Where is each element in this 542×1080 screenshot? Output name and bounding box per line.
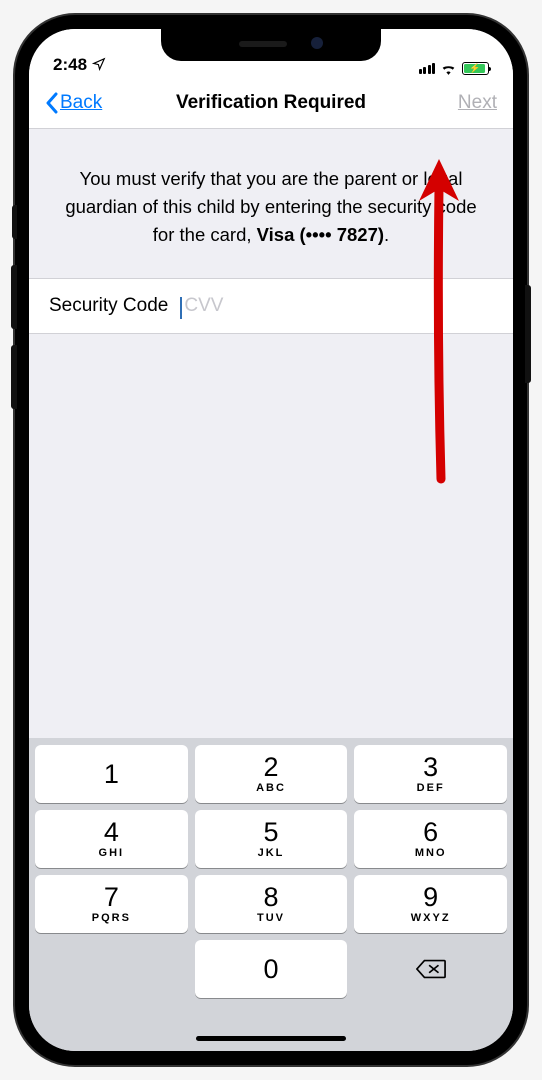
key-letters: JKL [258,847,285,859]
key-letters: GHI [99,847,125,859]
backspace-key[interactable] [354,940,507,998]
back-button[interactable]: Back [45,92,102,114]
mute-switch [12,205,17,239]
key-letters: MNO [415,847,447,859]
notch [161,29,381,61]
page-title: Verification Required [176,92,366,114]
key-number: 8 [263,884,278,911]
key-letters: TUV [257,912,285,924]
text-cursor [180,297,182,319]
keypad-key-1[interactable]: 1 [35,745,188,803]
key-letters: DEF [417,782,445,794]
home-indicator[interactable] [196,1036,346,1041]
key-letters: PQRS [92,912,131,924]
backspace-icon [416,958,446,980]
security-code-label: Security Code [49,295,168,317]
back-label: Back [60,92,102,114]
side-button [525,285,531,383]
home-indicator-area [29,1011,513,1051]
key-number: 0 [263,956,278,983]
keypad-spacer [35,940,188,998]
keypad-key-6[interactable]: 6MNO [354,810,507,868]
keypad-key-3[interactable]: 3DEF [354,745,507,803]
card-label: Visa (•••• 7827) [257,224,384,245]
wifi-icon [440,62,457,75]
volume-up-button [11,265,17,329]
location-icon [92,57,106,74]
keypad-key-0[interactable]: 0 [195,940,348,998]
key-number: 5 [263,819,278,846]
key-number: 3 [423,754,438,781]
key-letters: ABC [256,782,286,794]
key-number: 6 [423,819,438,846]
status-time: 2:48 [53,55,87,75]
key-number: 7 [104,884,119,911]
keypad-key-5[interactable]: 5JKL [195,810,348,868]
security-code-input[interactable]: CVV [180,295,493,317]
keypad-key-8[interactable]: 8TUV [195,875,348,933]
keypad-key-9[interactable]: 9WXYZ [354,875,507,933]
chevron-left-icon [45,92,59,114]
volume-down-button [11,345,17,409]
security-code-row[interactable]: Security Code CVV [29,278,513,334]
nav-bar: Back Verification Required Next [29,77,513,129]
cellular-signal-icon [419,63,436,74]
keypad-key-7[interactable]: 7PQRS [35,875,188,933]
screen: 2:48 ⚡ Back Verifica [29,29,513,1051]
keypad-key-4[interactable]: 4GHI [35,810,188,868]
numeric-keypad: 12ABC3DEF4GHI5JKL6MNO7PQRS8TUV9WXYZ0 [29,738,513,1011]
instruction-suffix: . [384,224,389,245]
charging-bolt-icon: ⚡ [469,64,480,73]
next-button[interactable]: Next [458,92,497,114]
phone-frame: 2:48 ⚡ Back Verifica [15,15,527,1065]
keypad-key-2[interactable]: 2ABC [195,745,348,803]
key-number: 9 [423,884,438,911]
key-number: 2 [263,754,278,781]
security-code-placeholder: CVV [180,295,223,316]
spacer [29,334,513,738]
battery-icon: ⚡ [462,62,489,75]
key-letters: WXYZ [411,912,451,924]
instruction-text: You must verify that you are the parent … [29,129,513,278]
key-number: 4 [104,819,119,846]
key-number: 1 [104,761,119,788]
